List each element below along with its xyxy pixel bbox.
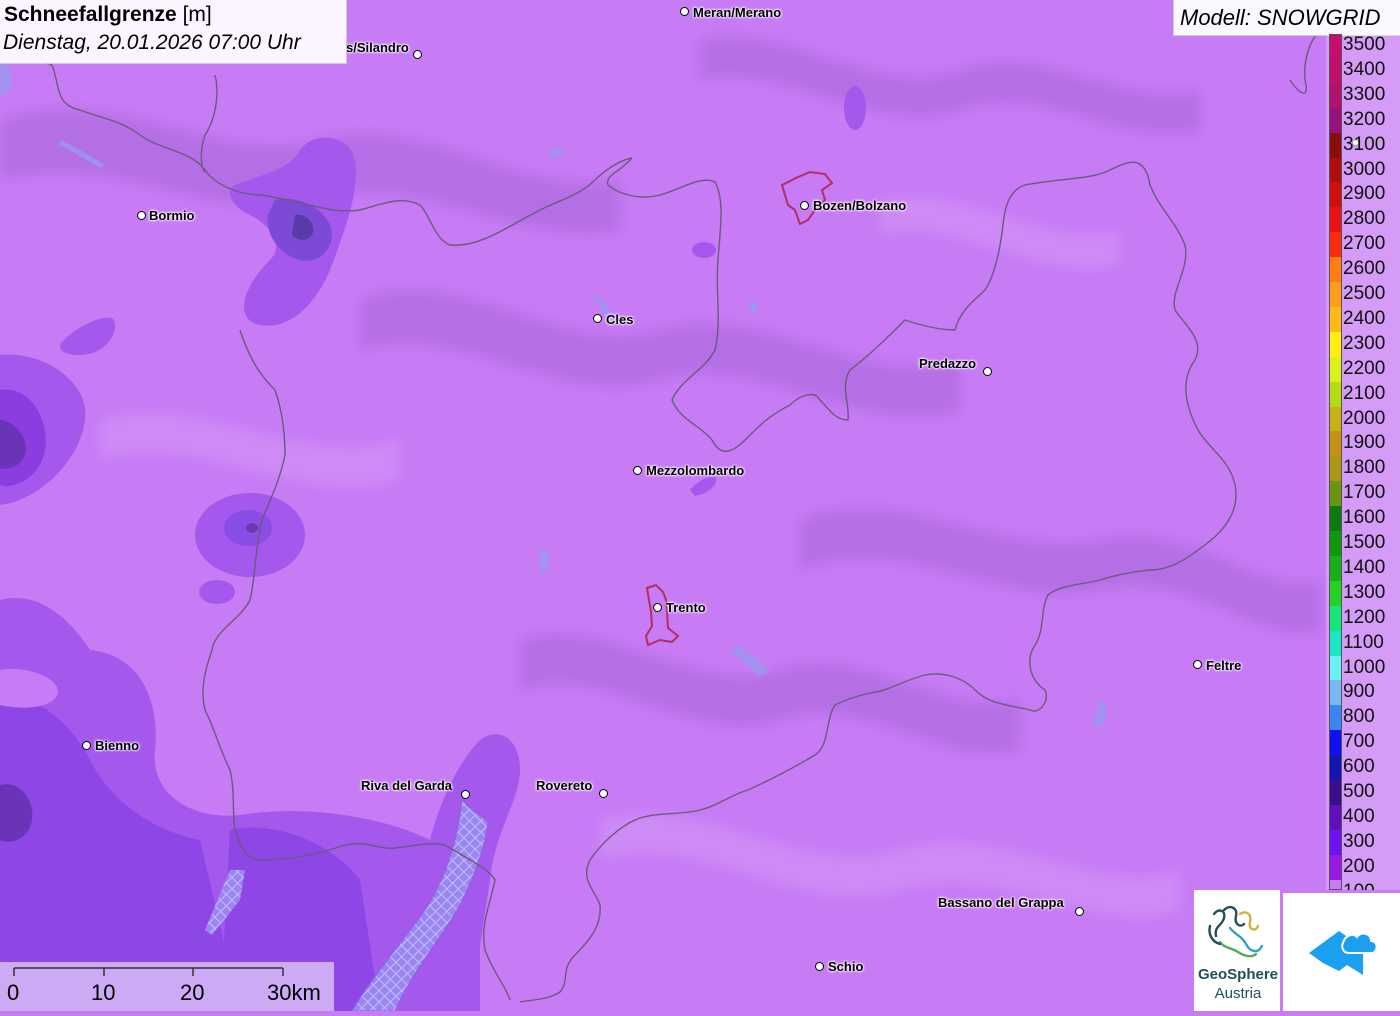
legend-bar-border xyxy=(1329,34,1342,890)
legend-label: 1700 xyxy=(1343,482,1386,504)
legend-label: 400 xyxy=(1343,805,1375,827)
legend-label: 500 xyxy=(1343,781,1375,802)
city-label-bienno[interactable]: Bienno xyxy=(95,738,139,753)
city-dot-mezzolombardo xyxy=(633,466,642,475)
legend-label: 100 xyxy=(1343,881,1375,890)
legend-label: 600 xyxy=(1343,756,1375,778)
geosphere-mark-icon xyxy=(1208,905,1264,958)
legend-label: 3000 xyxy=(1343,158,1386,180)
city-label-bolzano[interactable]: Bozen/Bolzano xyxy=(813,198,906,213)
legend-label: 200 xyxy=(1343,855,1375,877)
legend-label: 1900 xyxy=(1343,432,1386,454)
geosphere-name-line2: Austria xyxy=(1214,985,1262,1002)
scale-label-10: 10 xyxy=(91,980,116,1005)
title-main: Schneefallgrenze xyxy=(4,3,177,26)
city-label-meran[interactable]: Meran/Merano xyxy=(693,5,781,20)
city-label-trento[interactable]: Trento xyxy=(666,600,706,615)
scale-bar-panel: 0 10 20 30km xyxy=(0,962,334,1011)
city-dot-bienno xyxy=(82,741,91,750)
map-datetime: Dienstag, 20.01.2026 07:00 Uhr xyxy=(3,31,301,54)
legend-label: 1800 xyxy=(1343,457,1386,479)
city-label-silandro[interactable]: s/Silandro xyxy=(346,40,409,55)
geosphere-logo[interactable]: GeoSphere Austria xyxy=(1194,890,1280,1011)
city-dot-riva xyxy=(461,790,470,799)
geosphere-name-line1: GeoSphere xyxy=(1197,966,1279,983)
city-dot-silandro xyxy=(413,50,422,59)
weather-app-logo[interactable] xyxy=(1283,893,1400,1011)
legend-label: 3300 xyxy=(1343,83,1386,105)
city-dot-predazzo xyxy=(983,367,992,376)
city-dot-schio xyxy=(815,962,824,971)
house-cloud-icon xyxy=(1309,931,1378,975)
scale-label-30km: 30km xyxy=(267,980,321,1005)
scale-label-0: 0 xyxy=(7,980,20,1005)
legend-label: 1100 xyxy=(1343,631,1384,653)
city-label-riva[interactable]: Riva del Garda xyxy=(361,778,452,793)
map-canvas[interactable] xyxy=(0,0,1400,1011)
legend-label: 3500 xyxy=(1343,34,1386,55)
city-dot-cles xyxy=(593,314,602,323)
legend-label: 1300 xyxy=(1343,581,1386,603)
legend-label: 700 xyxy=(1343,731,1375,753)
model-label: Modell: SNOWGRID xyxy=(1180,5,1381,30)
model-panel: Modell: SNOWGRID xyxy=(1173,0,1400,36)
legend-label: 1600 xyxy=(1343,507,1386,529)
scale-label-20: 20 xyxy=(180,980,205,1005)
city-label-rovereto[interactable]: Rovereto xyxy=(536,778,592,793)
city-dot-feltre xyxy=(1193,660,1202,669)
legend-label: 2200 xyxy=(1343,357,1386,379)
legend-label: 2400 xyxy=(1343,307,1386,329)
legend-label: 2700 xyxy=(1343,233,1386,255)
legend-label: 2600 xyxy=(1343,258,1386,280)
legend-label: 1400 xyxy=(1343,556,1386,578)
legend-label: 1200 xyxy=(1343,606,1386,628)
city-label-bassano[interactable]: Bassano del Grappa xyxy=(938,895,1064,910)
legend-label: 2500 xyxy=(1343,283,1386,304)
city-label-predazzo[interactable]: Predazzo xyxy=(919,356,976,371)
legend-label: 1000 xyxy=(1343,656,1386,678)
city-dot-meran xyxy=(680,7,689,16)
legend-label: 300 xyxy=(1343,830,1375,852)
legend-label: 2000 xyxy=(1343,407,1386,429)
title-unit: [m] xyxy=(182,3,212,26)
city-dot-bassano xyxy=(1075,907,1084,916)
city-label-feltre[interactable]: Feltre xyxy=(1206,658,1241,673)
legend-label: 2800 xyxy=(1343,208,1386,230)
legend-label: 2100 xyxy=(1343,382,1386,404)
legend-label: 2900 xyxy=(1343,183,1386,205)
map-title: Schneefallgrenze [m] xyxy=(4,3,212,27)
legend-label: 3200 xyxy=(1343,108,1386,130)
legend-label: 800 xyxy=(1343,706,1375,728)
city-dot-bolzano xyxy=(800,201,809,210)
city-dot-rovereto xyxy=(599,789,608,798)
city-label-mezzolombardo[interactable]: Mezzolombardo xyxy=(646,463,744,478)
city-label-schio[interactable]: Schio xyxy=(828,959,863,974)
city-dot-trento xyxy=(653,603,662,612)
legend-label: 900 xyxy=(1343,681,1375,703)
legend-label: 3100 xyxy=(1343,133,1386,155)
legend-label: 1500 xyxy=(1343,532,1386,553)
city-label-bormio[interactable]: Bormio xyxy=(149,208,195,223)
city-label-cles[interactable]: Cles xyxy=(606,312,633,327)
color-legend: 3500 3400 3300 3200 3100 3000 2900 2800 2700 2600… xyxy=(1326,34,1400,890)
city-dot-bormio xyxy=(137,211,146,220)
legend-label: 2300 xyxy=(1343,332,1386,354)
map-title-panel: Schneefallgrenze [m] Dienstag, 20.01.202… xyxy=(0,0,347,64)
legend-label: 3400 xyxy=(1343,58,1386,80)
